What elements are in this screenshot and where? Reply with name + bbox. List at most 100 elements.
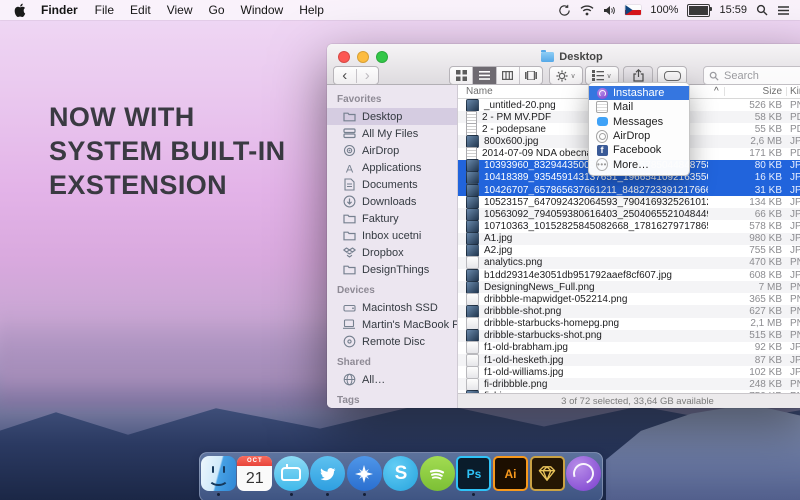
menu-item-go[interactable]: Go bbox=[201, 3, 233, 17]
sidebar-item-downloads[interactable]: Downloads bbox=[327, 193, 457, 210]
spotlight-icon[interactable] bbox=[756, 4, 768, 16]
sidebar-item-desktop[interactable]: Desktop bbox=[327, 108, 457, 125]
sidebar-item-applications[interactable]: AApplications bbox=[327, 159, 457, 176]
battery-icon[interactable] bbox=[687, 4, 710, 17]
file-row[interactable]: 10426707_657865637661211_848272339121766… bbox=[458, 184, 800, 196]
file-row[interactable]: fishies.png750 KBPNG image bbox=[458, 390, 800, 393]
sidebar-item-dropbox[interactable]: Dropbox bbox=[327, 244, 457, 261]
sidebar-item-label: Downloads bbox=[362, 196, 416, 208]
menu-item-window[interactable]: Window bbox=[233, 3, 292, 17]
volume-icon[interactable] bbox=[603, 5, 616, 16]
sidebar-item-label: Applications bbox=[362, 162, 421, 174]
apple-menu-icon[interactable] bbox=[10, 3, 32, 17]
sidebar-item-faktury[interactable]: Faktury bbox=[327, 210, 457, 227]
menu-item-file[interactable]: File bbox=[87, 3, 122, 17]
zoom-button[interactable] bbox=[376, 51, 388, 63]
file-kind: JPEG image bbox=[790, 270, 800, 281]
sidebar-item-label: Documents bbox=[362, 179, 418, 191]
dock-finder-icon[interactable] bbox=[200, 456, 236, 496]
notification-center-icon[interactable] bbox=[777, 5, 790, 16]
dock-twitter-icon[interactable] bbox=[310, 456, 346, 496]
menu-item-edit[interactable]: Edit bbox=[122, 3, 159, 17]
sidebar-item-all-[interactable]: All… bbox=[327, 371, 457, 388]
menu-item-view[interactable]: View bbox=[159, 3, 201, 17]
file-thumbnail-icon bbox=[466, 317, 479, 330]
file-row[interactable]: analytics.png470 KBPNG image bbox=[458, 257, 800, 269]
action-menu-button[interactable]: ∨ bbox=[549, 66, 583, 85]
search-input[interactable] bbox=[722, 69, 796, 83]
file-row[interactable]: f1-old-brabham.jpg92 KBJPEG image bbox=[458, 342, 800, 354]
forward-button[interactable]: › bbox=[357, 69, 379, 83]
title-bar[interactable]: Desktop bbox=[327, 44, 800, 66]
file-row[interactable]: DesigningNews_Full.png7 MBPNG image bbox=[458, 281, 800, 293]
sidebar-item-designthings[interactable]: DesignThings bbox=[327, 261, 457, 278]
sidebar-item-inbox-ucetni[interactable]: Inbox ucetni bbox=[327, 227, 457, 244]
column-header-kind[interactable]: Kind bbox=[790, 86, 800, 97]
nav-buttons: ‹ › bbox=[333, 66, 379, 85]
sidebar-item-documents[interactable]: Documents bbox=[327, 176, 457, 193]
sidebar-item-macintosh-ssd[interactable]: Macintosh SSD bbox=[327, 299, 457, 316]
icon-view-button[interactable] bbox=[450, 67, 473, 84]
sidebar-item-all-my-files[interactable]: All My Files bbox=[327, 125, 457, 142]
file-row[interactable]: 10710363_10152825845082668_1781627971786… bbox=[458, 220, 800, 232]
menu-bar: FinderFileEditViewGoWindowHelp 100% 15:5… bbox=[0, 0, 800, 20]
dock-mailbox-icon[interactable] bbox=[273, 456, 309, 496]
file-thumbnail-icon bbox=[466, 269, 479, 282]
dock-sketch-icon[interactable] bbox=[529, 456, 565, 496]
sidebar-section-tags: Tags bbox=[327, 388, 457, 408]
file-row[interactable]: dribble-starbucks-shot.png515 KBPNG imag… bbox=[458, 330, 800, 342]
menu-item-finder[interactable]: Finder bbox=[32, 3, 87, 17]
file-name: A1.jpg bbox=[466, 232, 708, 245]
file-row[interactable]: dribble-starbucks-homepg.png2,1 MBPNG im… bbox=[458, 318, 800, 330]
share-menu-item-more-[interactable]: •••More… bbox=[589, 157, 689, 171]
sidebar-item-label: Faktury bbox=[362, 213, 399, 225]
column-header-size[interactable]: Size bbox=[710, 86, 782, 97]
time-machine-icon[interactable] bbox=[558, 4, 571, 17]
file-row[interactable]: dribbble-mapwidget-052214.png365 KBPNG i… bbox=[458, 293, 800, 305]
menu-item-help[interactable]: Help bbox=[291, 3, 332, 17]
column-view-button[interactable] bbox=[497, 67, 520, 84]
dock-compass-icon[interactable] bbox=[346, 456, 382, 496]
file-kind: JPEG image bbox=[790, 160, 800, 171]
minimize-button[interactable] bbox=[357, 51, 369, 63]
sidebar-item-martin-s-macbook-p-[interactable]: Martin's MacBook P… bbox=[327, 316, 457, 333]
wifi-icon[interactable] bbox=[580, 5, 594, 16]
sidebar-item-remote-disc[interactable]: Remote Disc bbox=[327, 333, 457, 350]
dock-spotify-icon[interactable] bbox=[419, 456, 455, 496]
file-row[interactable]: A2.jpg755 KBJPEG image bbox=[458, 245, 800, 257]
sidebar-item-airdrop[interactable]: AirDrop bbox=[327, 142, 457, 159]
file-row[interactable]: 10563092_794059380616403_250406552104844… bbox=[458, 208, 800, 220]
file-row[interactable]: f1-old-williams.jpg102 KBJPEG image bbox=[458, 366, 800, 378]
file-row[interactable]: dribbble-shot.png627 KBPNG image bbox=[458, 305, 800, 317]
share-item-label: AirDrop bbox=[613, 130, 650, 142]
close-button[interactable] bbox=[338, 51, 350, 63]
czech-flag-icon[interactable] bbox=[625, 5, 641, 15]
clock[interactable]: 15:59 bbox=[719, 4, 747, 16]
list-view-button[interactable] bbox=[473, 67, 496, 84]
column-header-name[interactable]: Name bbox=[466, 86, 493, 97]
file-kind: JPEG image bbox=[790, 233, 800, 244]
share-menu-item-facebook[interactable]: fFacebook bbox=[589, 143, 689, 157]
file-row[interactable]: 10523157_647092432064593_790416932526101… bbox=[458, 196, 800, 208]
share-menu-item-instashare[interactable]: Instashare bbox=[589, 86, 689, 100]
dock-illustrator-icon[interactable]: Ai bbox=[493, 456, 529, 496]
dock-calendar-icon[interactable]: OCT21 bbox=[237, 456, 273, 496]
dock-photoshop-icon[interactable]: Ps bbox=[456, 456, 492, 496]
share-menu-item-airdrop[interactable]: AirDrop bbox=[589, 129, 689, 143]
file-name: dribble-starbucks-homepg.png bbox=[466, 317, 708, 330]
coverflow-view-button[interactable] bbox=[520, 67, 542, 84]
dock-skype-icon[interactable]: S bbox=[383, 456, 419, 496]
dock-instashare-icon[interactable] bbox=[566, 456, 602, 496]
file-name: f1-old-hesketh.jpg bbox=[466, 354, 708, 367]
file-row[interactable]: f1-old-hesketh.jpg87 KBJPEG image bbox=[458, 354, 800, 366]
file-row[interactable]: fi-dribbble.png248 KBPNG image bbox=[458, 378, 800, 390]
file-row[interactable]: b1dd29314e3051db951792aaef8cf607.jpg608 … bbox=[458, 269, 800, 281]
back-button[interactable]: ‹ bbox=[334, 69, 357, 83]
share-menu-item-messages[interactable]: Messages bbox=[589, 115, 689, 129]
file-kind: PNG image bbox=[790, 379, 800, 390]
file-kind: JPEG image bbox=[790, 245, 800, 256]
sidebar-item-label: Inbox ucetni bbox=[362, 230, 421, 242]
search-field[interactable] bbox=[703, 66, 800, 85]
file-row[interactable]: A1.jpg980 KBJPEG image bbox=[458, 233, 800, 245]
share-menu-item-mail[interactable]: Mail bbox=[589, 100, 689, 114]
